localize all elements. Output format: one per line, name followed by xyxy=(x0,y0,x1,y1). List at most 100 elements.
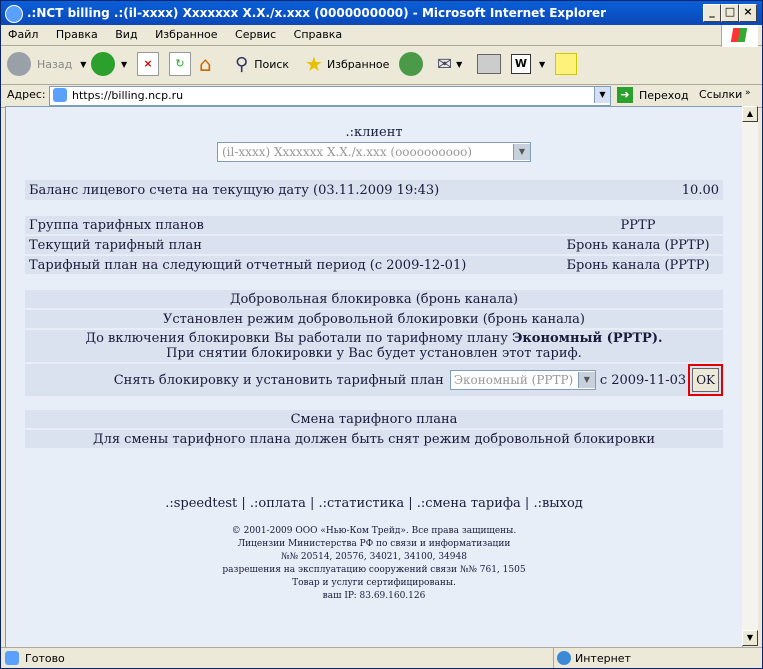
chevron-down-icon: ▼ xyxy=(80,59,87,69)
balance-label: Баланс лицевого счета на текущую дату (0… xyxy=(29,182,440,198)
menu-tools[interactable]: Сервис xyxy=(228,25,283,44)
toolbar: Назад ▼ ▼ × ↻ ⌂ ⚲ Поиск ★ Избранное ✉ ▼ W… xyxy=(1,46,762,85)
back-button[interactable]: Назад ▼ xyxy=(7,50,86,78)
client-select[interactable]: (il-xxxx) Xxxxxxx X.X./x.xxx (oooooooooo… xyxy=(217,142,531,162)
balance-value: 10.00 xyxy=(681,182,719,198)
print-button[interactable] xyxy=(477,50,501,78)
go-label: Переход xyxy=(639,88,689,102)
menu-file[interactable]: Файл xyxy=(1,25,45,44)
remove-plan-select[interactable]: Экономный (PPTP) ▼ xyxy=(449,370,596,390)
print-icon xyxy=(477,54,501,74)
stop-icon: × xyxy=(137,52,159,76)
page-content: .:клиент (il-xxxx) Xxxxxxx X.X./x.xxx (o… xyxy=(5,106,743,648)
remove-block-label: Снять блокировку и установить тарифный п… xyxy=(113,372,444,388)
links-button[interactable]: Ссылки xyxy=(699,88,742,101)
back-label: Назад xyxy=(37,57,73,71)
address-bar: Адрес: https://billing.ncp.ru ▼ ➜ Перехо… xyxy=(1,85,762,108)
favorites-button[interactable]: ★ Избранное xyxy=(305,50,389,78)
change-heading: Смена тарифного плана xyxy=(290,411,458,427)
refresh-icon: ↻ xyxy=(169,52,191,76)
tariff-table: Группа тарифных планов PPTP Текущий тари… xyxy=(25,214,723,276)
star-icon: ★ xyxy=(305,52,323,76)
forward-button[interactable]: ▼ xyxy=(91,50,127,78)
status-divider xyxy=(553,648,554,668)
edit-button[interactable]: W ▼ xyxy=(511,50,545,78)
change-table: Смена тарифного плана Для смены тарифног… xyxy=(25,408,723,450)
minimize-button[interactable]: _ xyxy=(703,4,721,22)
refresh-button[interactable]: ↻ xyxy=(169,50,191,78)
table-row: Тарифный план на следующий отчетный пери… xyxy=(25,256,723,274)
page-done-icon xyxy=(5,651,19,665)
balance-row: Баланс лицевого счета на текущую дату (0… xyxy=(25,180,723,200)
chevron-down-icon: ▼ xyxy=(121,59,128,69)
url-text: https://billing.ncp.ru xyxy=(72,89,184,102)
address-label: Адрес: xyxy=(7,88,46,101)
remove-block-row: Снять блокировку и установить тарифный п… xyxy=(25,364,723,396)
favorites-label: Избранное xyxy=(326,57,390,71)
footer-line: разрешения на эксплуатацию сооружений св… xyxy=(222,565,526,575)
internet-zone-icon xyxy=(557,651,571,665)
change-text: Для смены тарифного плана должен быть сн… xyxy=(93,431,655,447)
link-exit[interactable]: .:выход xyxy=(533,496,582,511)
home-icon: ⌂ xyxy=(199,52,212,76)
menu-help[interactable]: Справка xyxy=(287,25,349,44)
address-input[interactable]: https://billing.ncp.ru ▼ xyxy=(49,86,611,106)
status-bar: Готово Интернет xyxy=(1,647,762,669)
block-table: Добровольная блокировка (бронь канала) У… xyxy=(25,288,723,398)
ok-button[interactable]: OK xyxy=(688,364,723,396)
close-button[interactable]: × xyxy=(739,4,757,22)
chevron-down-icon: ▼ xyxy=(513,144,530,160)
remove-block-date: с 2009-11-03 xyxy=(599,372,687,388)
links-chevron-icon[interactable]: » xyxy=(745,88,751,98)
link-speedtest[interactable]: .:speedtest xyxy=(165,496,237,511)
ok-label: OK xyxy=(692,368,719,392)
history-button[interactable] xyxy=(399,50,423,78)
block-status: Установлен режим добровольной блокировки… xyxy=(162,311,586,327)
block-info-plan: Экономный (PPTP). xyxy=(512,331,663,346)
go-arrow-icon: ➜ xyxy=(617,87,633,103)
menu-edit[interactable]: Правка xyxy=(49,25,105,44)
go-button[interactable]: ➜ Переход xyxy=(617,87,689,103)
chevron-down-icon: ▼ xyxy=(539,59,546,69)
tariff-label: Тарифный план на следующий отчетный пери… xyxy=(29,257,467,273)
browser-window: .:NCT billing .:(il-xxxx) Xxxxxxx X.X./x… xyxy=(0,0,763,669)
tariff-value: Бронь канала (PPTP) xyxy=(566,257,710,273)
footer-line: Лицензии Министерства РФ по связи и инфо… xyxy=(237,539,511,549)
tariff-value: PPTP xyxy=(620,217,656,233)
maximize-button[interactable]: □ xyxy=(721,4,739,22)
tariff-label: Группа тарифных планов xyxy=(29,217,204,233)
link-statistics[interactable]: .:статистика xyxy=(319,496,405,511)
block-heading: Добровольная блокировка (бронь канала) xyxy=(229,291,519,307)
table-row: Группа тарифных планов PPTP xyxy=(25,216,723,234)
tariff-value: Бронь канала (PPTP) xyxy=(566,237,710,253)
footer-line: Товар и услуги сертифицированы. xyxy=(292,578,456,588)
title-bar: .:NCT billing .:(il-xxxx) Xxxxxxx X.X./x… xyxy=(1,1,762,25)
history-icon xyxy=(399,52,423,76)
menu-bar: Файл Правка Вид Избранное Сервис Справка xyxy=(1,25,762,46)
search-button[interactable]: ⚲ Поиск xyxy=(235,50,289,78)
zone-text: Интернет xyxy=(575,652,631,665)
scroll-down-icon[interactable]: ▼ xyxy=(742,630,758,646)
page-icon xyxy=(53,88,67,102)
link-change-tariff[interactable]: .:смена тарифа xyxy=(417,496,521,511)
back-arrow-icon xyxy=(7,52,31,76)
link-payment[interactable]: .:оплата xyxy=(250,496,306,511)
block-info: До включения блокировки Вы работали по т… xyxy=(25,330,723,362)
chevron-down-icon: ▼ xyxy=(577,372,595,388)
vertical-scrollbar[interactable]: ▲ ▼ xyxy=(742,106,758,646)
balance-table: Баланс лицевого счета на текущую дату (0… xyxy=(25,178,723,202)
address-dropdown-icon[interactable]: ▼ xyxy=(594,87,610,103)
menu-favorites[interactable]: Избранное xyxy=(148,25,224,44)
home-button[interactable]: ⌂ xyxy=(199,50,223,78)
ie-logo-icon xyxy=(5,5,23,23)
window-title: .:NCT billing .:(il-xxxx) Xxxxxxx X.X./x… xyxy=(27,6,607,20)
note-icon xyxy=(555,53,577,75)
nav-links: .:speedtest | .:оплата | .:статистика | … xyxy=(165,496,583,511)
scroll-up-icon[interactable]: ▲ xyxy=(742,106,758,122)
forward-arrow-icon xyxy=(91,52,115,76)
messenger-button[interactable] xyxy=(555,50,577,78)
mail-button[interactable]: ✉ ▼ xyxy=(437,50,462,78)
stop-button[interactable]: × xyxy=(137,50,159,78)
menu-view[interactable]: Вид xyxy=(108,25,144,44)
footer-line: №№ 20514, 20576, 34021, 34100, 34948 xyxy=(281,552,467,562)
